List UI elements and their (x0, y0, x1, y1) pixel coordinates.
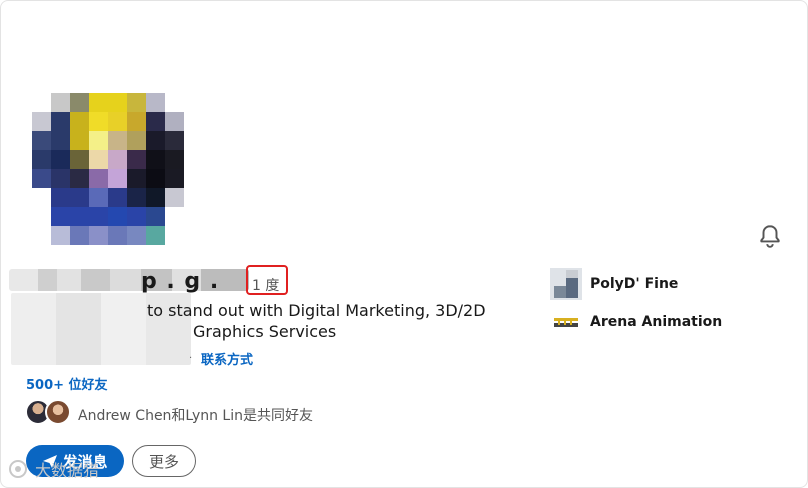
company-name: PolyD' Fine (590, 276, 679, 292)
profile-name-fragment: p . g . (141, 269, 220, 294)
mutual-avatars[interactable] (25, 399, 73, 427)
contact-info-link[interactable]: 联系方式 (201, 349, 253, 368)
watermark-logo-icon (9, 460, 27, 478)
company-logo-icon (550, 314, 582, 330)
company-entry[interactable]: PolyD' Fine (550, 268, 678, 300)
connections-count-link[interactable]: 500+ 位好友 (26, 374, 108, 393)
company-logo-icon (550, 268, 582, 300)
profile-card: p . g . 1 度 to stand out with Digital Ma… (0, 0, 808, 488)
avatar (45, 399, 71, 425)
headline-line-1: to stand out with Digital Marketing, 3D/… (147, 301, 486, 320)
company-name: Arena Animation (590, 314, 723, 330)
headline-line-2: Graphics Services (193, 322, 337, 341)
profile-avatar[interactable] (13, 79, 193, 259)
bell-icon[interactable] (757, 223, 783, 249)
connection-degree: 1 度 (252, 278, 280, 294)
watermark-text: 大数据猎 (35, 461, 100, 480)
watermark: 大数据猎 (7, 457, 99, 481)
more-button[interactable]: 更多 (132, 445, 196, 477)
separator-dot: · (189, 353, 193, 364)
mutual-connections-text[interactable]: Andrew Chen和Lynn Lin是共同好友 (78, 405, 313, 425)
company-entry[interactable]: Arena Animation (550, 314, 722, 330)
